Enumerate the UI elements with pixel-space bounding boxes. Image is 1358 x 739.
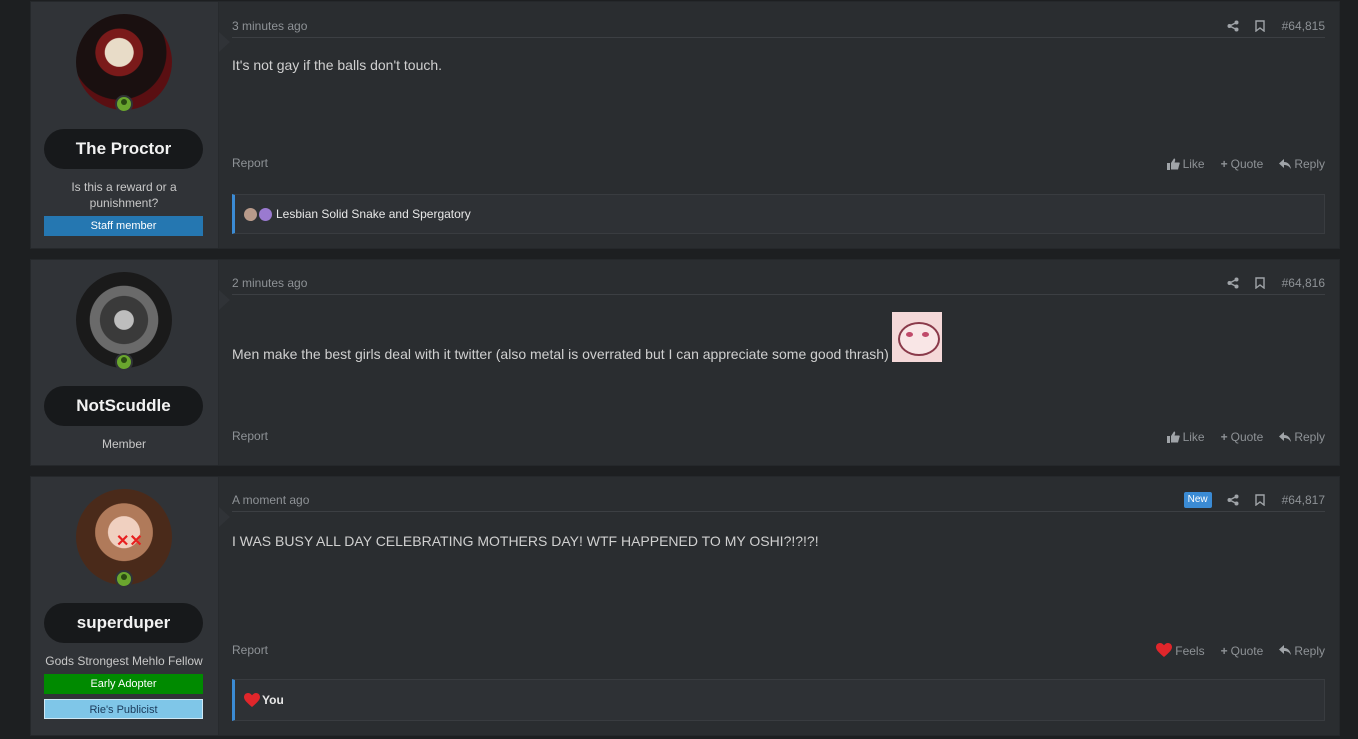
bookmark-icon[interactable] <box>1247 277 1274 289</box>
post-meta: 3 minutes ago #64,815 <box>232 17 1325 38</box>
username[interactable]: superduper <box>44 603 203 643</box>
share-icon[interactable] <box>1220 20 1247 32</box>
post-message: I WAS BUSY ALL DAY CELEBRATING MOTHERS D… <box>232 533 819 549</box>
thumbs-up-icon <box>1166 431 1180 443</box>
post-time[interactable]: 2 minutes ago <box>232 276 307 290</box>
post-footer: Report Like + Quote Reply <box>232 156 1325 176</box>
post-64817: ✕✕ superduper Gods Strongest Mehlo Fello… <box>30 476 1340 736</box>
like-button[interactable]: Like <box>1166 430 1205 444</box>
username[interactable]: The Proctor <box>44 129 203 169</box>
post-64816: NotScuddle Member 2 minutes ago #64,816 … <box>30 259 1340 466</box>
post-time[interactable]: 3 minutes ago <box>232 19 307 33</box>
post-main-cell: A moment ago New #64,817 I WAS BUSY ALL … <box>232 477 1325 735</box>
user-cell-arrow <box>219 32 230 52</box>
post-footer: Report Feels + Quote Reply <box>232 643 1325 663</box>
feels-label: Feels <box>1175 643 1205 658</box>
post-number[interactable]: #64,815 <box>1282 19 1325 33</box>
bookmark-icon[interactable] <box>1247 494 1274 506</box>
sticker-image <box>891 312 942 362</box>
reply-label: Reply <box>1294 157 1325 171</box>
reply-icon <box>1279 158 1292 169</box>
new-badge: New <box>1183 492 1212 508</box>
online-indicator-icon <box>115 95 133 113</box>
post-message: Men make the best girls deal with it twi… <box>232 312 942 362</box>
plus-icon: + <box>1220 430 1228 444</box>
post-64815: The Proctor Is this a reward or a punish… <box>30 1 1340 249</box>
reply-icon <box>1279 431 1292 442</box>
reply-icon <box>1279 645 1292 655</box>
reply-label: Reply <box>1294 430 1325 444</box>
user-cell-arrow <box>219 507 230 527</box>
post-user-cell: ✕✕ superduper Gods Strongest Mehlo Fello… <box>31 477 230 735</box>
quote-button[interactable]: + Quote <box>1221 430 1264 444</box>
reactions-text[interactable]: Lesbian Solid Snake and Spergatory <box>276 207 471 221</box>
bookmark-icon[interactable] <box>1247 20 1274 32</box>
user-cell-arrow <box>219 290 230 310</box>
post-number[interactable]: #64,817 <box>1282 493 1325 507</box>
feels-button[interactable]: Feels <box>1156 643 1205 658</box>
user-title: Member <box>101 437 146 451</box>
user-banner-early-adopter: Early Adopter <box>44 674 203 694</box>
reactions-text[interactable]: You <box>262 693 284 707</box>
share-icon[interactable] <box>1220 494 1247 506</box>
username[interactable]: NotScuddle <box>44 386 203 426</box>
quote-label: Quote <box>1230 157 1264 171</box>
share-icon[interactable] <box>1220 277 1247 289</box>
post-message: It's not gay if the balls don't touch. <box>232 57 443 73</box>
quote-label: Quote <box>1230 643 1264 658</box>
user-title: Is this a reward or a punishment? <box>71 180 177 210</box>
heart-icon <box>1156 643 1173 657</box>
user-banner-publicist: Rie's Publicist <box>44 699 203 719</box>
post-message-text: Men make the best girls deal with it twi… <box>232 346 889 362</box>
post-number[interactable]: #64,816 <box>1282 276 1325 290</box>
reactor-avatar <box>259 207 272 221</box>
reactor-avatar <box>244 207 257 221</box>
online-indicator-icon <box>115 353 133 371</box>
post-user-cell: NotScuddle Member <box>31 260 230 465</box>
plus-icon: + <box>1220 157 1228 171</box>
post-meta: 2 minutes ago #64,816 <box>232 274 1325 295</box>
post-main-cell: 2 minutes ago #64,816 Men make the best … <box>232 260 1325 465</box>
quote-button[interactable]: + Quote <box>1221 157 1264 171</box>
quote-label: Quote <box>1230 430 1264 444</box>
online-indicator-icon <box>115 570 133 588</box>
reply-label: Reply <box>1294 643 1325 658</box>
like-label: Like <box>1182 157 1205 171</box>
report-link[interactable]: Report <box>232 429 268 443</box>
reactions-bar[interactable]: You <box>232 679 1325 721</box>
reply-button[interactable]: Reply <box>1279 430 1325 444</box>
post-user-cell: The Proctor Is this a reward or a punish… <box>31 2 230 248</box>
post-meta: A moment ago New #64,817 <box>232 491 1325 512</box>
report-link[interactable]: Report <box>232 156 268 170</box>
user-banner-staff: Staff member <box>44 216 203 236</box>
report-link[interactable]: Report <box>232 643 268 657</box>
thumbs-up-icon <box>1166 158 1180 170</box>
quote-button[interactable]: + Quote <box>1221 644 1264 658</box>
like-label: Like <box>1182 430 1205 444</box>
reply-button[interactable]: Reply <box>1279 157 1325 171</box>
post-main-cell: 3 minutes ago #64,815 It's not gay if th… <box>232 2 1325 248</box>
like-button[interactable]: Like <box>1166 157 1205 171</box>
plus-icon: + <box>1220 643 1228 658</box>
reactions-bar[interactable]: Lesbian Solid Snake and Spergatory <box>232 194 1325 234</box>
user-title: Gods Strongest Mehlo Fellow <box>45 654 203 668</box>
post-footer: Report Like + Quote Reply <box>232 429 1325 449</box>
heart-icon <box>244 692 260 707</box>
post-time[interactable]: A moment ago <box>232 493 309 507</box>
reply-button[interactable]: Reply <box>1279 644 1325 658</box>
